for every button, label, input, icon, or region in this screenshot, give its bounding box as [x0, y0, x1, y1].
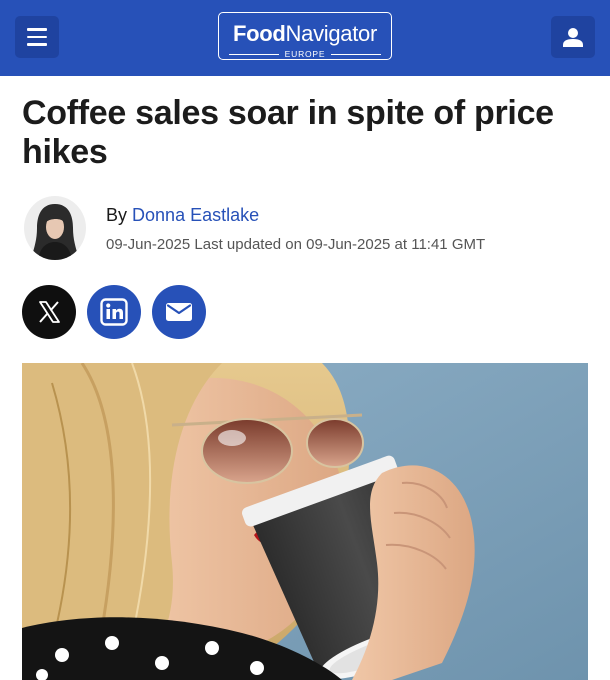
- logo-region-text: EUROPE: [284, 49, 326, 59]
- author-avatar[interactable]: [24, 196, 86, 260]
- account-button[interactable]: [551, 16, 595, 58]
- woman-with-sunglasses-drinking-coffee-icon: [22, 363, 588, 680]
- menu-button[interactable]: [15, 16, 59, 58]
- article-byline: By Donna Eastlake: [106, 205, 259, 226]
- hamburger-line: [27, 35, 47, 39]
- logo-bold-text: Food: [232, 21, 286, 46]
- logo-rule: [229, 53, 279, 55]
- site-logo[interactable]: FoodNavigator EUROPE: [218, 12, 392, 60]
- linkedin-icon: [100, 298, 128, 326]
- logo-regular-text: Navigator: [285, 21, 378, 46]
- email-icon: [166, 303, 192, 321]
- logo-rule: [331, 53, 382, 55]
- byline-prefix: By: [106, 205, 128, 225]
- article-dates: 09-Jun-2025 Last updated on 09-Jun-2025 …: [106, 236, 486, 253]
- user-icon: [563, 28, 583, 47]
- logo-subtitle: EUROPE: [229, 48, 382, 60]
- author-link[interactable]: Donna Eastlake: [132, 205, 259, 225]
- x-icon: [39, 301, 60, 323]
- article-hero-image: [22, 363, 588, 680]
- logo-wordmark: FoodNavigator: [219, 21, 391, 47]
- site-header: FoodNavigator EUROPE: [0, 0, 610, 76]
- share-x-button[interactable]: [22, 285, 76, 339]
- share-linkedin-button[interactable]: [87, 285, 141, 339]
- article-headline: Coffee sales soar in spite of price hike…: [22, 94, 554, 171]
- hamburger-line: [27, 43, 47, 46]
- hamburger-menu-icon: [27, 28, 47, 31]
- share-email-button[interactable]: [152, 285, 206, 339]
